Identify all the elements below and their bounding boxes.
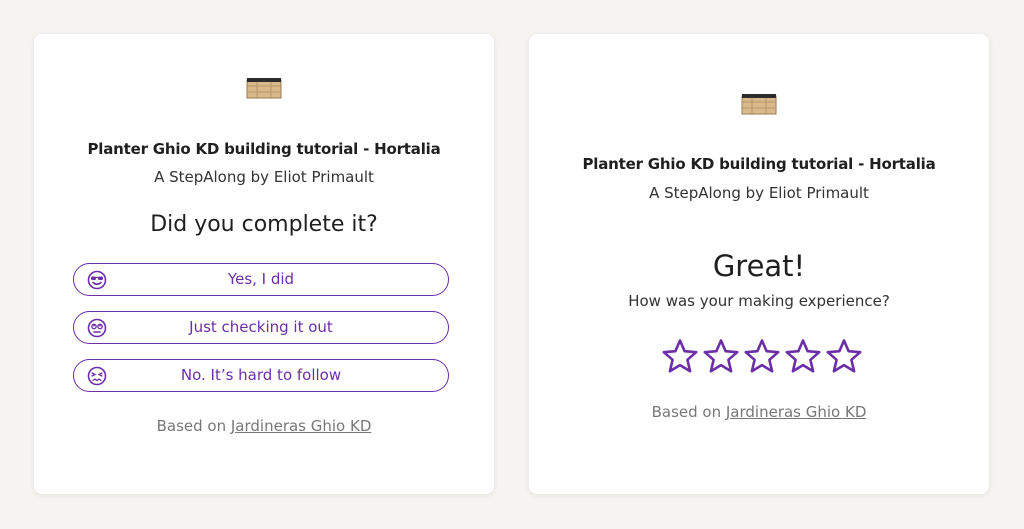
star-rating bbox=[661, 338, 867, 378]
star-1-icon[interactable] bbox=[661, 338, 699, 376]
rating-card: Planter Ghio KD building tutorial - Hort… bbox=[529, 34, 989, 494]
option-no-button[interactable]: No. It’s hard to follow bbox=[73, 359, 449, 392]
tutorial-title: Planter Ghio KD building tutorial - Hort… bbox=[582, 155, 936, 173]
great-heading: Great! bbox=[712, 249, 806, 283]
experience-prompt: How was your making experience? bbox=[628, 292, 890, 310]
planter-thumbnail bbox=[245, 74, 283, 100]
star-5-icon[interactable] bbox=[825, 338, 863, 376]
source-link[interactable]: Jardineras Ghio KD bbox=[726, 403, 867, 421]
based-on-prefix: Based on bbox=[156, 417, 227, 435]
author-subtitle: A StepAlong by Eliot Primault bbox=[649, 184, 869, 202]
planter-thumbnail bbox=[740, 90, 778, 116]
star-2-icon[interactable] bbox=[702, 338, 740, 376]
tutorial-title: Planter Ghio KD building tutorial - Hort… bbox=[87, 140, 441, 158]
option-yes-label: Yes, I did bbox=[227, 270, 295, 288]
source-link[interactable]: Jardineras Ghio KD bbox=[231, 417, 372, 435]
based-on-line: Based on Jardineras Ghio KD bbox=[34, 417, 494, 435]
star-4-icon[interactable] bbox=[784, 338, 822, 376]
completion-question: Did you complete it? bbox=[150, 212, 378, 237]
completion-card: Planter Ghio KD building tutorial - Hort… bbox=[34, 34, 494, 494]
option-no-label: No. It’s hard to follow bbox=[180, 366, 342, 384]
option-checking-label: Just checking it out bbox=[189, 318, 333, 336]
based-on-line: Based on Jardineras Ghio KD bbox=[529, 403, 989, 421]
author-subtitle: A StepAlong by Eliot Primault bbox=[154, 168, 374, 186]
star-3-icon[interactable] bbox=[743, 338, 781, 376]
option-checking-button[interactable]: Just checking it out bbox=[73, 311, 449, 344]
option-yes-button[interactable]: Yes, I did bbox=[73, 263, 449, 296]
based-on-prefix: Based on bbox=[651, 403, 722, 421]
